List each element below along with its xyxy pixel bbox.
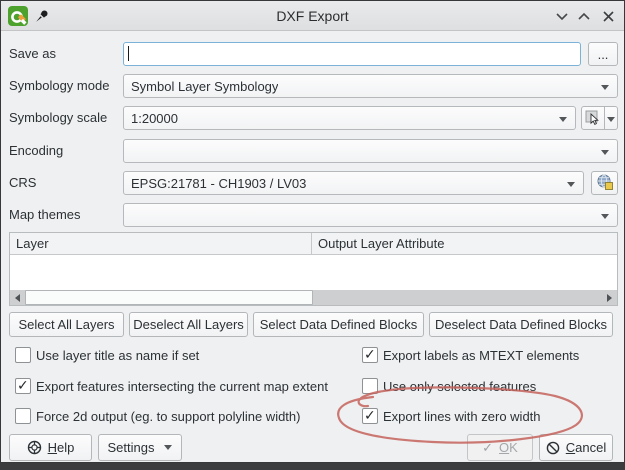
crs-select[interactable]: EPSG:21781 - CH1903 / LV03 bbox=[123, 171, 584, 195]
globe-edit-icon bbox=[596, 173, 614, 194]
encoding-label: Encoding bbox=[9, 143, 63, 159]
chevron-down-icon bbox=[164, 445, 172, 450]
layers-table: Layer Output Layer Attribute bbox=[9, 232, 618, 306]
map-pointer-icon[interactable] bbox=[581, 106, 605, 130]
option-export-lines-zero-width[interactable]: ✓ Export lines with zero width bbox=[362, 407, 541, 425]
deselect-data-defined-blocks-button[interactable]: Deselect Data Defined Blocks bbox=[429, 312, 613, 337]
scrollbar-thumb[interactable] bbox=[25, 290, 313, 305]
column-header-output-layer-attribute[interactable]: Output Layer Attribute bbox=[312, 233, 617, 254]
select-all-layers-button[interactable]: Select All Layers bbox=[9, 312, 124, 337]
dxf-export-dialog: DXF Export Save as ... Symbology mode Sy… bbox=[0, 0, 625, 463]
symbology-mode-select[interactable]: Symbol Layer Symbology bbox=[123, 74, 618, 98]
option-use-only-selected[interactable]: Use only selected features bbox=[362, 377, 536, 395]
close-window-icon[interactable] bbox=[598, 7, 618, 25]
option-export-labels-mtext[interactable]: ✓ Export labels as MTEXT elements bbox=[362, 346, 579, 364]
scroll-left-icon[interactable] bbox=[10, 290, 25, 305]
map-themes-select[interactable] bbox=[123, 203, 618, 227]
help-buoy-icon bbox=[27, 440, 42, 455]
scale-options-dropdown[interactable] bbox=[605, 106, 618, 130]
save-as-input[interactable] bbox=[123, 42, 581, 66]
option-force-2d-output[interactable]: Force 2d output (eg. to support polyline… bbox=[15, 407, 300, 425]
checkbox[interactable]: ✓ bbox=[15, 378, 31, 394]
symbology-mode-label: Symbology mode bbox=[9, 78, 109, 94]
crs-label: CRS bbox=[9, 175, 36, 191]
column-header-layer[interactable]: Layer bbox=[10, 233, 312, 254]
help-button[interactable]: Help bbox=[9, 434, 92, 461]
shade-window-icon[interactable] bbox=[552, 7, 572, 25]
checkbox[interactable]: ✓ bbox=[362, 347, 378, 363]
chevron-down-icon bbox=[607, 117, 615, 122]
chevron-down-icon bbox=[601, 85, 609, 90]
cancel-prohibition-icon bbox=[546, 441, 560, 455]
window-title: DXF Export bbox=[276, 8, 348, 24]
map-themes-label: Map themes bbox=[9, 207, 81, 223]
crs-picker-button[interactable] bbox=[591, 171, 618, 195]
save-as-label: Save as bbox=[9, 46, 56, 62]
text-cursor bbox=[128, 46, 129, 61]
symbology-scale-label: Symbology scale bbox=[9, 110, 107, 126]
ok-button[interactable]: ✓ OK bbox=[467, 434, 533, 461]
chevron-down-icon bbox=[567, 182, 575, 187]
check-icon: ✓ bbox=[482, 440, 493, 456]
maximize-window-icon[interactable] bbox=[574, 7, 594, 25]
pin-icon[interactable] bbox=[35, 9, 49, 28]
chevron-down-icon bbox=[559, 117, 567, 122]
chevron-down-icon bbox=[601, 150, 609, 155]
cancel-button[interactable]: Cancel bbox=[539, 434, 613, 461]
scale-from-map-button[interactable] bbox=[581, 106, 618, 130]
table-header: Layer Output Layer Attribute bbox=[10, 233, 617, 255]
encoding-select[interactable] bbox=[123, 139, 618, 163]
select-data-defined-blocks-button[interactable]: Select Data Defined Blocks bbox=[253, 312, 424, 337]
checkbox[interactable]: ✓ bbox=[362, 408, 378, 424]
symbology-scale-select[interactable]: 1:20000 bbox=[123, 106, 576, 130]
option-use-layer-title[interactable]: Use layer title as name if set bbox=[15, 346, 199, 364]
option-export-features-intersecting[interactable]: ✓ Export features intersecting the curre… bbox=[15, 377, 328, 395]
settings-button[interactable]: Settings bbox=[98, 434, 182, 461]
checkbox[interactable] bbox=[15, 347, 31, 363]
browse-button[interactable]: ... bbox=[588, 42, 618, 66]
titlebar[interactable]: DXF Export bbox=[1, 1, 624, 31]
checkbox[interactable] bbox=[15, 408, 31, 424]
chevron-down-icon bbox=[601, 214, 609, 219]
deselect-all-layers-button[interactable]: Deselect All Layers bbox=[129, 312, 248, 337]
qgis-logo-icon[interactable] bbox=[8, 6, 28, 31]
horizontal-scrollbar[interactable] bbox=[10, 290, 617, 305]
checkbox[interactable] bbox=[362, 378, 378, 394]
scroll-right-icon[interactable] bbox=[602, 290, 617, 305]
